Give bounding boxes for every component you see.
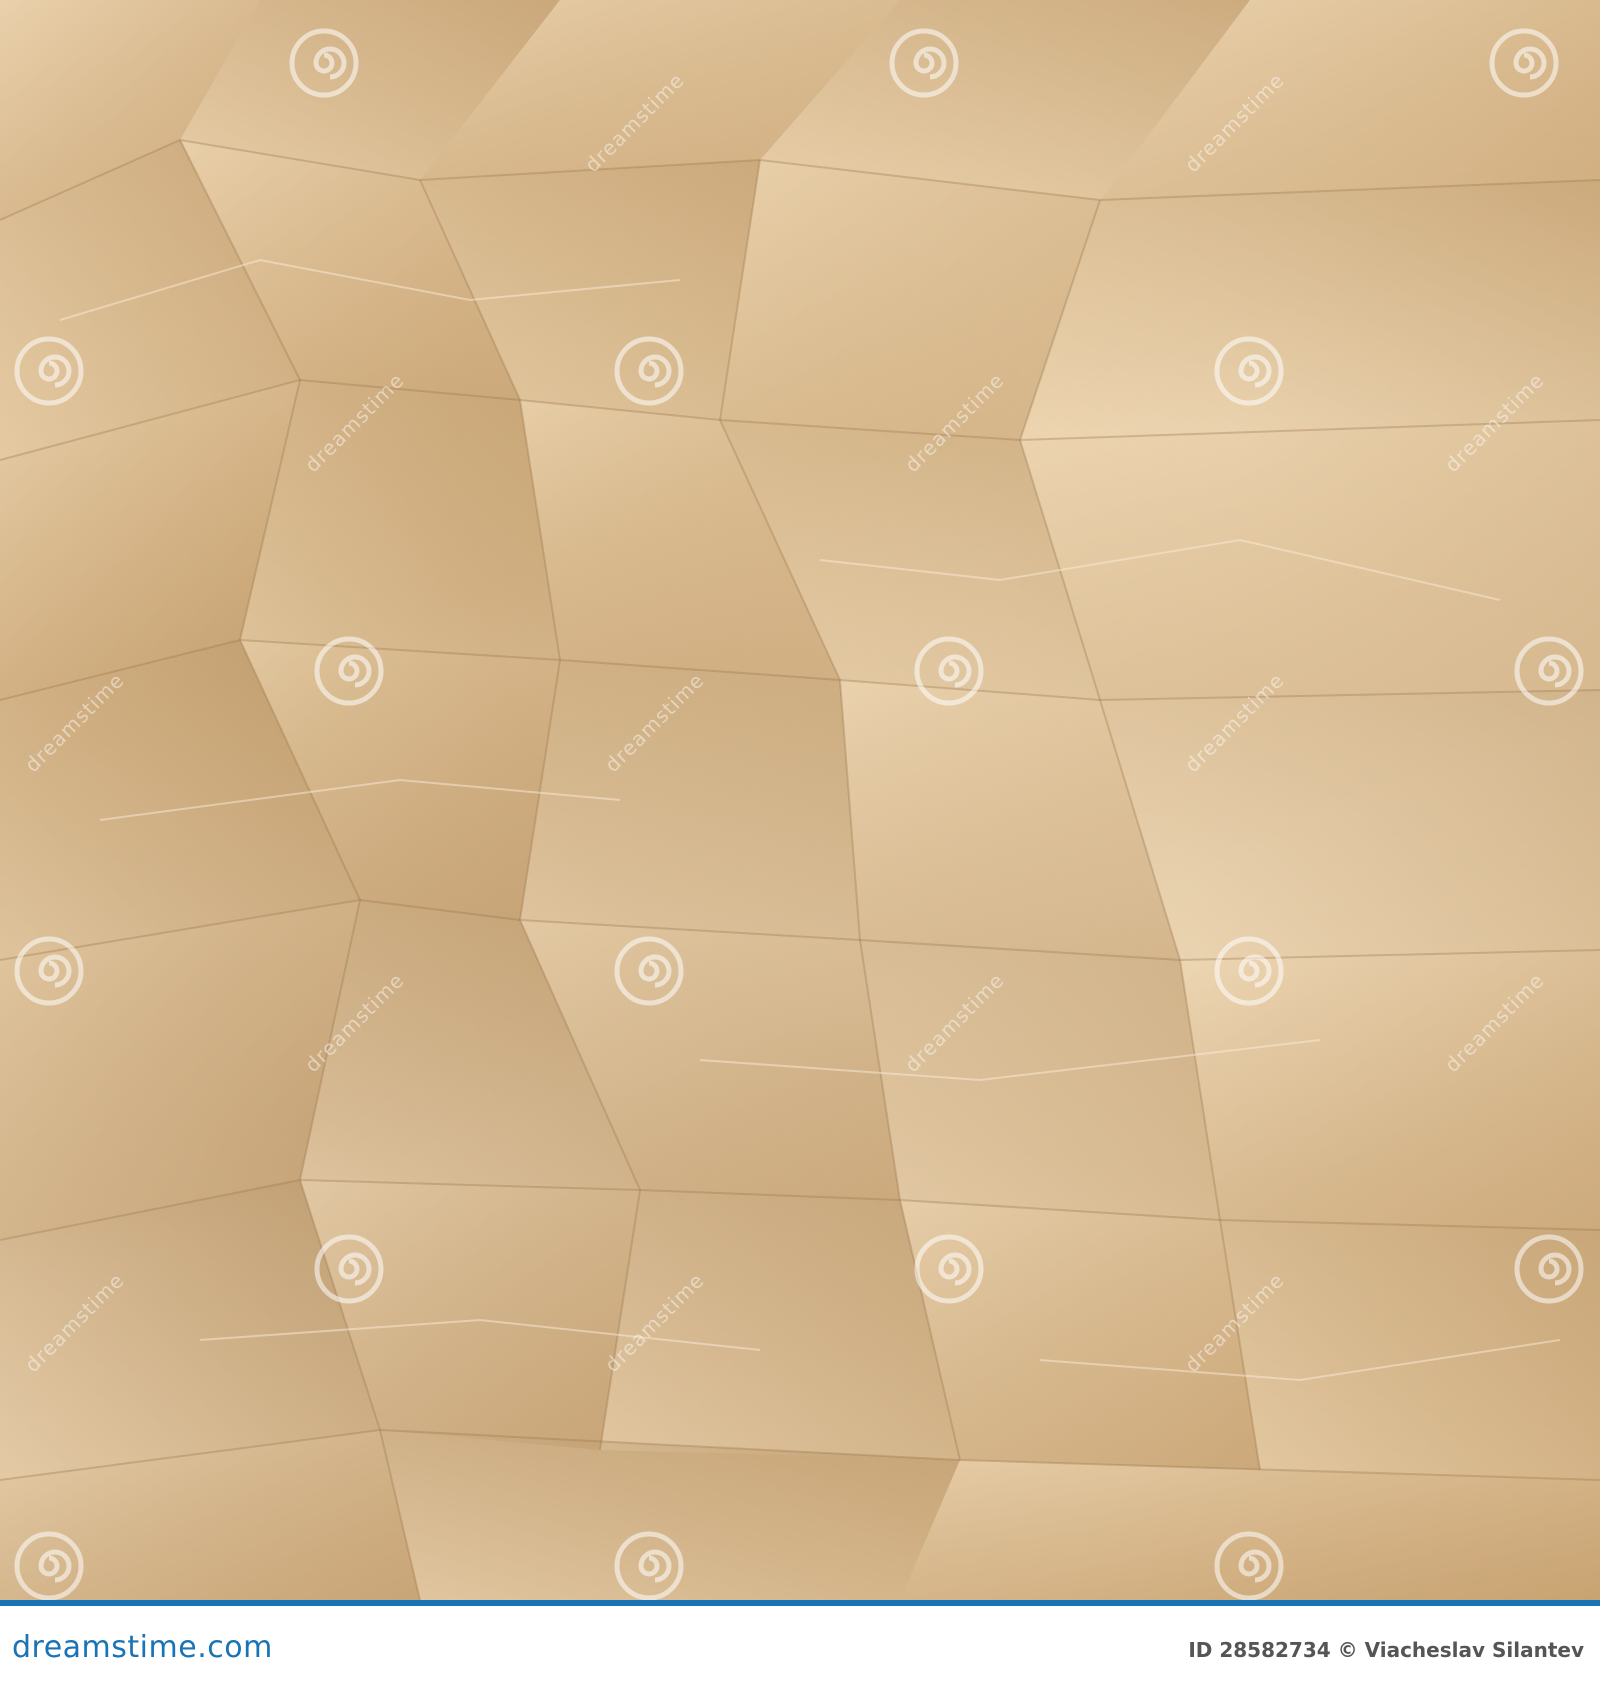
spiral-logo-icon: [314, 636, 384, 706]
spiral-logo-icon: [289, 28, 359, 98]
footer-bar: dreamstime.com ID 28582734 © Viacheslav …: [0, 1600, 1600, 1690]
spiral-logo-icon: [1214, 336, 1284, 406]
stock-photo-page: dreamstime dreamstime dreamstime dreamst…: [0, 0, 1600, 1690]
spiral-logo-icon: [889, 28, 959, 98]
spiral-logo-icon: [1489, 28, 1559, 98]
footer-brand[interactable]: dreamstime.com: [12, 1630, 273, 1665]
spiral-logo-icon: [1514, 1234, 1584, 1304]
spiral-logo-icon: [614, 1531, 684, 1600]
spiral-logo-icon: [1214, 1531, 1284, 1600]
spiral-logo-icon: [614, 336, 684, 406]
spiral-logo-icon: [314, 1234, 384, 1304]
spiral-logo-icon: [914, 1234, 984, 1304]
paper-facets: [0, 0, 1600, 1600]
spiral-logo-icon: [14, 1531, 84, 1600]
spiral-logo-icon: [1214, 936, 1284, 1006]
spiral-logo-icon: [1514, 636, 1584, 706]
spiral-logo-icon: [14, 936, 84, 1006]
paper-crease-texture: [0, 0, 1600, 1600]
spiral-logo-icon: [914, 636, 984, 706]
crumpled-paper-photo: dreamstime dreamstime dreamstime dreamst…: [0, 0, 1600, 1600]
spiral-logo-icon: [14, 336, 84, 406]
image-credit: ID 28582734 © Viacheslav Silantev: [1188, 1638, 1584, 1662]
spiral-logo-icon: [614, 936, 684, 1006]
